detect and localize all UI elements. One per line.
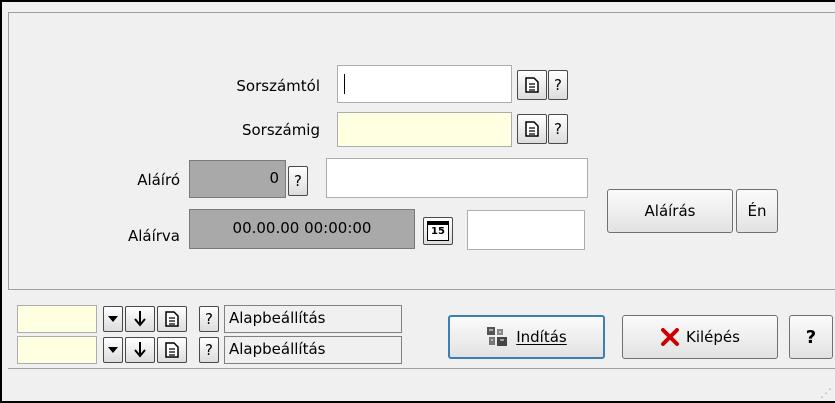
sorszamtol-help-button[interactable]: ?	[548, 70, 568, 100]
setting-row-2-down-button[interactable]	[125, 337, 155, 363]
help-button[interactable]: ?	[789, 315, 833, 359]
setting-row-1-preset: Alapbeállítás	[224, 305, 402, 333]
sorszamig-doc-button[interactable]	[517, 114, 547, 144]
alairo-id-field: 0	[189, 160, 286, 198]
calendar-button[interactable]: 15	[423, 217, 453, 245]
sorszamtol-input[interactable]	[337, 65, 512, 103]
alairo-label: Aláíró	[137, 171, 180, 189]
alairva-datetime-field: 00.00.00 00:00:00	[189, 209, 415, 249]
setting-row-2-preset: Alapbeállítás	[224, 336, 402, 364]
sorszamig-label: Sorszámig	[241, 121, 320, 139]
close-x-icon	[661, 328, 680, 346]
status-bar	[8, 368, 835, 403]
alairo-name-field	[326, 158, 588, 198]
setting-row-1-down-button[interactable]	[125, 306, 155, 332]
down-arrow-icon	[134, 342, 146, 358]
setting-row-1-doc-button[interactable]	[157, 306, 187, 332]
down-arrow-icon	[134, 311, 146, 327]
resize-grip-icon[interactable]: ⋰	[820, 386, 832, 400]
inditas-button[interactable]: Indítás	[448, 315, 605, 359]
document-icon	[525, 121, 539, 137]
setting-row-2-input[interactable]	[17, 336, 97, 364]
sorszamig-input[interactable]	[337, 112, 512, 147]
text-cursor	[344, 74, 345, 94]
kilepes-label: Kilépés	[686, 328, 740, 346]
inditas-label: Indítás	[516, 328, 567, 346]
alairva-extra-field	[467, 210, 585, 250]
filter-groupbox	[8, 12, 835, 290]
dropdown-arrow-icon	[108, 316, 118, 322]
document-icon	[165, 311, 179, 327]
kilepes-button[interactable]: Kilépés	[622, 315, 778, 359]
sorszamtol-label: Sorszámtól	[236, 77, 320, 95]
en-button[interactable]: Én	[736, 189, 778, 233]
setting-row-1-help-button[interactable]: ?	[199, 306, 219, 332]
document-icon	[165, 342, 179, 358]
run-icon	[487, 327, 508, 346]
calendar-icon: 15	[427, 221, 449, 241]
sorszamtol-doc-button[interactable]	[517, 70, 547, 100]
setting-row-2-doc-button[interactable]	[157, 337, 187, 363]
alairva-label: Aláírva	[127, 227, 180, 245]
dropdown-arrow-icon	[108, 347, 118, 353]
alairas-button[interactable]: Aláírás	[607, 189, 733, 233]
setting-row-2-help-button[interactable]: ?	[199, 337, 219, 363]
setting-row-1-dropdown[interactable]	[103, 306, 123, 332]
document-icon	[525, 77, 539, 93]
setting-row-1-input[interactable]	[17, 305, 97, 333]
sorszamig-help-button[interactable]: ?	[548, 114, 568, 144]
setting-row-2-dropdown[interactable]	[103, 337, 123, 363]
alairo-help-button[interactable]: ?	[288, 166, 308, 196]
